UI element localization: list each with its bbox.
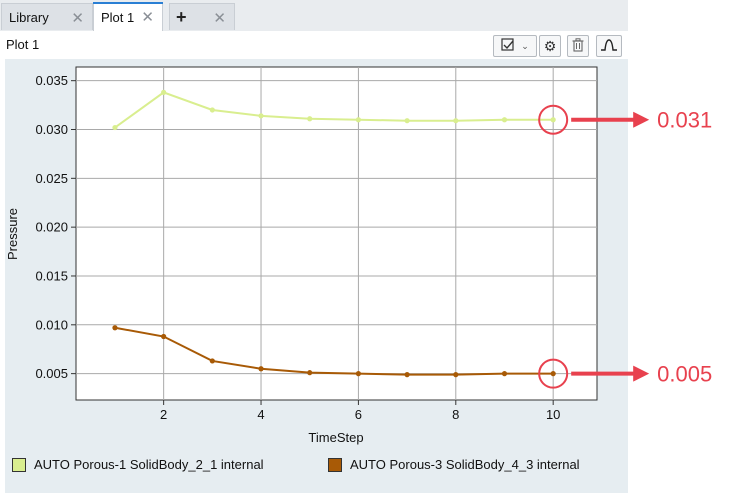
data-point xyxy=(355,117,362,123)
y-tick-label: 0.015 xyxy=(35,268,68,283)
data-point xyxy=(404,372,410,378)
data-point xyxy=(453,118,459,124)
data-point xyxy=(209,107,215,113)
data-point xyxy=(161,89,167,95)
data-point xyxy=(404,118,410,124)
data-point xyxy=(258,113,264,119)
callout-value-label: 0.031 xyxy=(657,108,712,133)
y-tick-label: 0.020 xyxy=(35,220,68,235)
callout-value-label: 0.005 xyxy=(657,362,712,387)
legend-item-series-2: AUTO Porous-3 SolidBody_4_3 internal xyxy=(328,457,580,472)
data-point xyxy=(112,124,118,131)
data-point xyxy=(258,366,264,372)
line-chart: 2 4 6 8 10 0.005 0.010 0.015 0.020 0.025 0.030 0.03… xyxy=(5,66,712,445)
x-tick-label: 8 xyxy=(452,407,459,422)
callout-arrow-head xyxy=(633,111,650,128)
data-point xyxy=(355,371,362,377)
data-point xyxy=(307,370,313,376)
legend-label: AUTO Porous-1 SolidBody_2_1 internal xyxy=(34,457,264,472)
x-tick-label: 4 xyxy=(257,407,264,422)
y-axis-label: Pressure xyxy=(5,208,20,260)
callout-arrow-head xyxy=(633,365,650,382)
legend-swatch xyxy=(328,457,342,472)
y-tick-label: 0.035 xyxy=(35,73,68,88)
y-tick-label: 0.025 xyxy=(35,171,68,186)
data-point xyxy=(501,371,508,377)
plot-area xyxy=(75,66,598,401)
x-tick-label: 2 xyxy=(160,407,167,422)
x-tick-label: 6 xyxy=(355,407,362,422)
data-point xyxy=(550,117,556,123)
legend-item-series-1: AUTO Porous-1 SolidBody_2_1 internal xyxy=(12,457,264,472)
legend-swatch xyxy=(12,457,26,472)
y-tick-label: 0.030 xyxy=(35,122,68,137)
data-point xyxy=(550,371,556,377)
data-point xyxy=(307,116,313,122)
y-tick-label: 0.005 xyxy=(35,366,68,381)
data-point xyxy=(112,325,118,331)
data-point xyxy=(501,117,508,123)
y-tick-label: 0.010 xyxy=(35,317,68,332)
data-point xyxy=(161,333,167,340)
x-tick-label: 10 xyxy=(546,407,560,422)
x-axis-label: TimeStep xyxy=(308,430,363,445)
data-point xyxy=(453,372,459,378)
data-point xyxy=(209,358,215,364)
legend-label: AUTO Porous-3 SolidBody_4_3 internal xyxy=(350,457,580,472)
